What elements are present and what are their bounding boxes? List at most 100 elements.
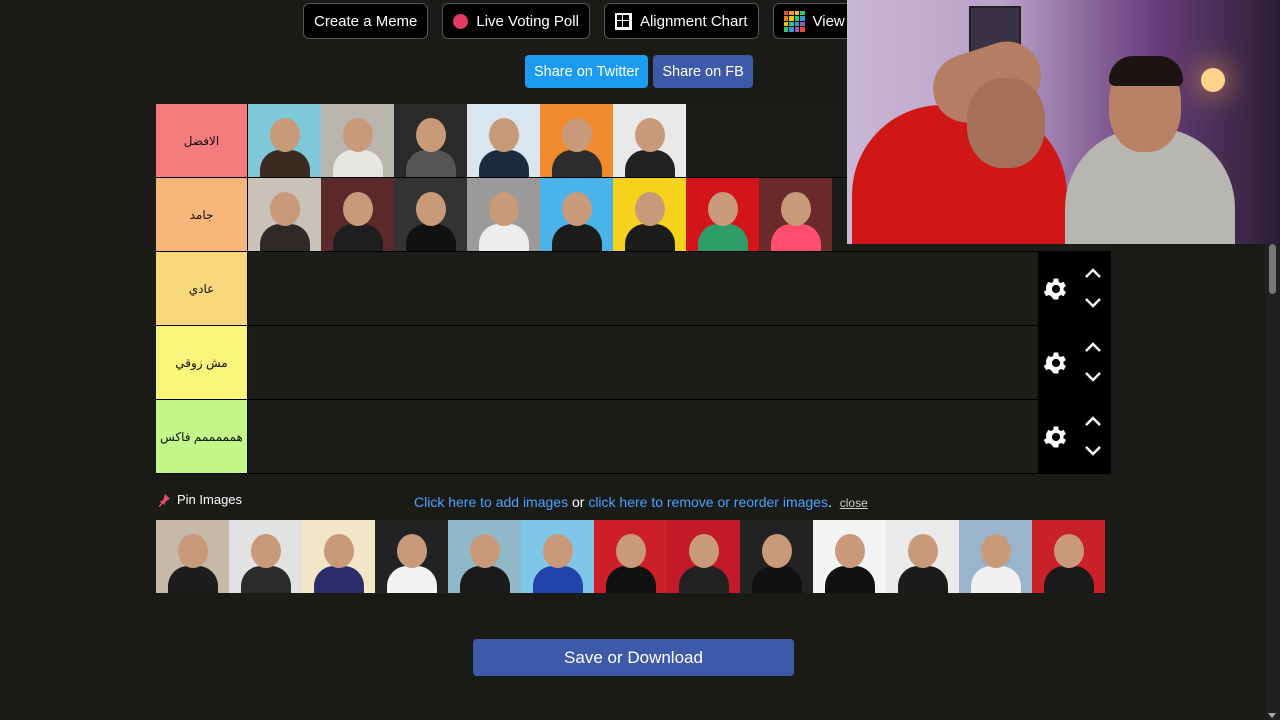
tier-label[interactable]: عادي: [156, 252, 248, 325]
tier-label[interactable]: الافضل: [156, 104, 248, 177]
scroll-down-arrow-icon[interactable]: [1268, 713, 1276, 718]
gear-icon[interactable]: [1042, 423, 1070, 451]
tier-drop-zone[interactable]: [248, 326, 1038, 399]
person-face: [416, 192, 446, 226]
tier-item-image[interactable]: [248, 178, 321, 251]
person-face: [762, 534, 792, 568]
person-face: [343, 192, 373, 226]
chevron-up-icon[interactable]: [1084, 414, 1102, 428]
person-silhouette: [825, 566, 875, 593]
person-face: [689, 534, 719, 568]
chevron-down-icon[interactable]: [1084, 444, 1102, 458]
person-silhouette: [260, 224, 310, 251]
person-face: [270, 118, 300, 152]
tier-item-image[interactable]: [540, 104, 613, 177]
share-facebook-button[interactable]: Share on FB: [653, 55, 753, 88]
person-silhouette: [241, 566, 291, 593]
tier-label[interactable]: جامد: [156, 178, 248, 251]
pin-images-label: Pin Images: [177, 492, 243, 507]
person-silhouette: [1044, 566, 1094, 593]
add-images-link[interactable]: Click here to add images: [414, 494, 568, 510]
person-silhouette: [460, 566, 510, 593]
person-silhouette: [333, 150, 383, 177]
chevron-up-icon[interactable]: [1084, 266, 1102, 280]
pool-image[interactable]: [156, 520, 229, 593]
person-face: [489, 118, 519, 152]
image-pool: [156, 520, 1111, 594]
pool-image[interactable]: [302, 520, 375, 593]
webcam-overlay: [847, 0, 1280, 244]
tier-item-image[interactable]: [394, 178, 467, 251]
person-silhouette: [314, 566, 364, 593]
person-face: [1054, 534, 1084, 568]
pool-image[interactable]: [959, 520, 1032, 593]
pool-image[interactable]: [1032, 520, 1105, 593]
tier-item-image[interactable]: [321, 104, 394, 177]
person-silhouette: [333, 224, 383, 251]
person-silhouette: [752, 566, 802, 593]
chevron-up-icon[interactable]: [1084, 340, 1102, 354]
person-face: [908, 534, 938, 568]
pool-image[interactable]: [448, 520, 521, 593]
remove-reorder-link[interactable]: click here to remove or reorder images: [588, 494, 828, 510]
create-meme-label: Create a Meme: [314, 12, 418, 30]
person-face: [470, 534, 500, 568]
tier-item-image[interactable]: [321, 178, 394, 251]
live-voting-poll-button[interactable]: Live Voting Poll: [442, 3, 590, 39]
pool-image[interactable]: [740, 520, 813, 593]
pool-image[interactable]: [813, 520, 886, 593]
person-face: [781, 192, 811, 226]
close-link[interactable]: close: [840, 496, 868, 510]
person-silhouette: [168, 566, 218, 593]
gear-icon[interactable]: [1042, 349, 1070, 377]
person-face: [251, 534, 281, 568]
person-face: [635, 192, 665, 226]
pool-image[interactable]: [594, 520, 667, 593]
pool-image[interactable]: [521, 520, 594, 593]
tier-item-image[interactable]: [686, 178, 759, 251]
create-meme-button[interactable]: Create a Meme: [303, 3, 429, 39]
grid-icon: [614, 12, 632, 30]
share-twitter-button[interactable]: Share on Twitter: [525, 55, 649, 88]
person-hair: [1109, 56, 1183, 86]
person-face: [708, 192, 738, 226]
pool-image[interactable]: [886, 520, 959, 593]
pool-image[interactable]: [229, 520, 302, 593]
person-silhouette: [606, 566, 656, 593]
tier-item-image[interactable]: [759, 178, 832, 251]
page-scrollbar[interactable]: [1265, 244, 1280, 720]
person-face: [416, 118, 446, 152]
alignment-chart-button[interactable]: Alignment Chart: [603, 3, 759, 39]
gear-icon[interactable]: [1042, 275, 1070, 303]
tier-item-image[interactable]: [540, 178, 613, 251]
pin-images-toggle[interactable]: Pin Images: [157, 492, 242, 507]
person-face: [343, 118, 373, 152]
tier-label[interactable]: مش زوقي: [156, 326, 248, 399]
person-silhouette: [898, 566, 948, 593]
tier-controls: [1038, 326, 1111, 399]
tier-drop-zone[interactable]: [248, 252, 1038, 325]
tier-label[interactable]: همممممم فاكس: [156, 400, 248, 473]
lamp-light: [1201, 68, 1225, 92]
tier-row: عادي: [156, 252, 1111, 326]
person-face: [324, 534, 354, 568]
tier-row: همممممم فاكس: [156, 400, 1111, 474]
person-silhouette: [406, 224, 456, 251]
record-dot-icon: [453, 13, 469, 29]
pool-image[interactable]: [375, 520, 448, 593]
tier-item-image[interactable]: [613, 178, 686, 251]
tier-item-image[interactable]: [613, 104, 686, 177]
tier-item-image[interactable]: [394, 104, 467, 177]
person-silhouette: [679, 566, 729, 593]
chevron-down-icon[interactable]: [1084, 296, 1102, 310]
person-silhouette: [971, 566, 1021, 593]
person-head: [967, 78, 1045, 168]
tier-drop-zone[interactable]: [248, 400, 1038, 473]
scroll-thumb[interactable]: [1269, 244, 1276, 294]
tier-item-image[interactable]: [248, 104, 321, 177]
tier-item-image[interactable]: [467, 178, 540, 251]
tier-item-image[interactable]: [467, 104, 540, 177]
chevron-down-icon[interactable]: [1084, 370, 1102, 384]
save-download-button[interactable]: Save or Download: [473, 639, 794, 676]
pool-image[interactable]: [667, 520, 740, 593]
